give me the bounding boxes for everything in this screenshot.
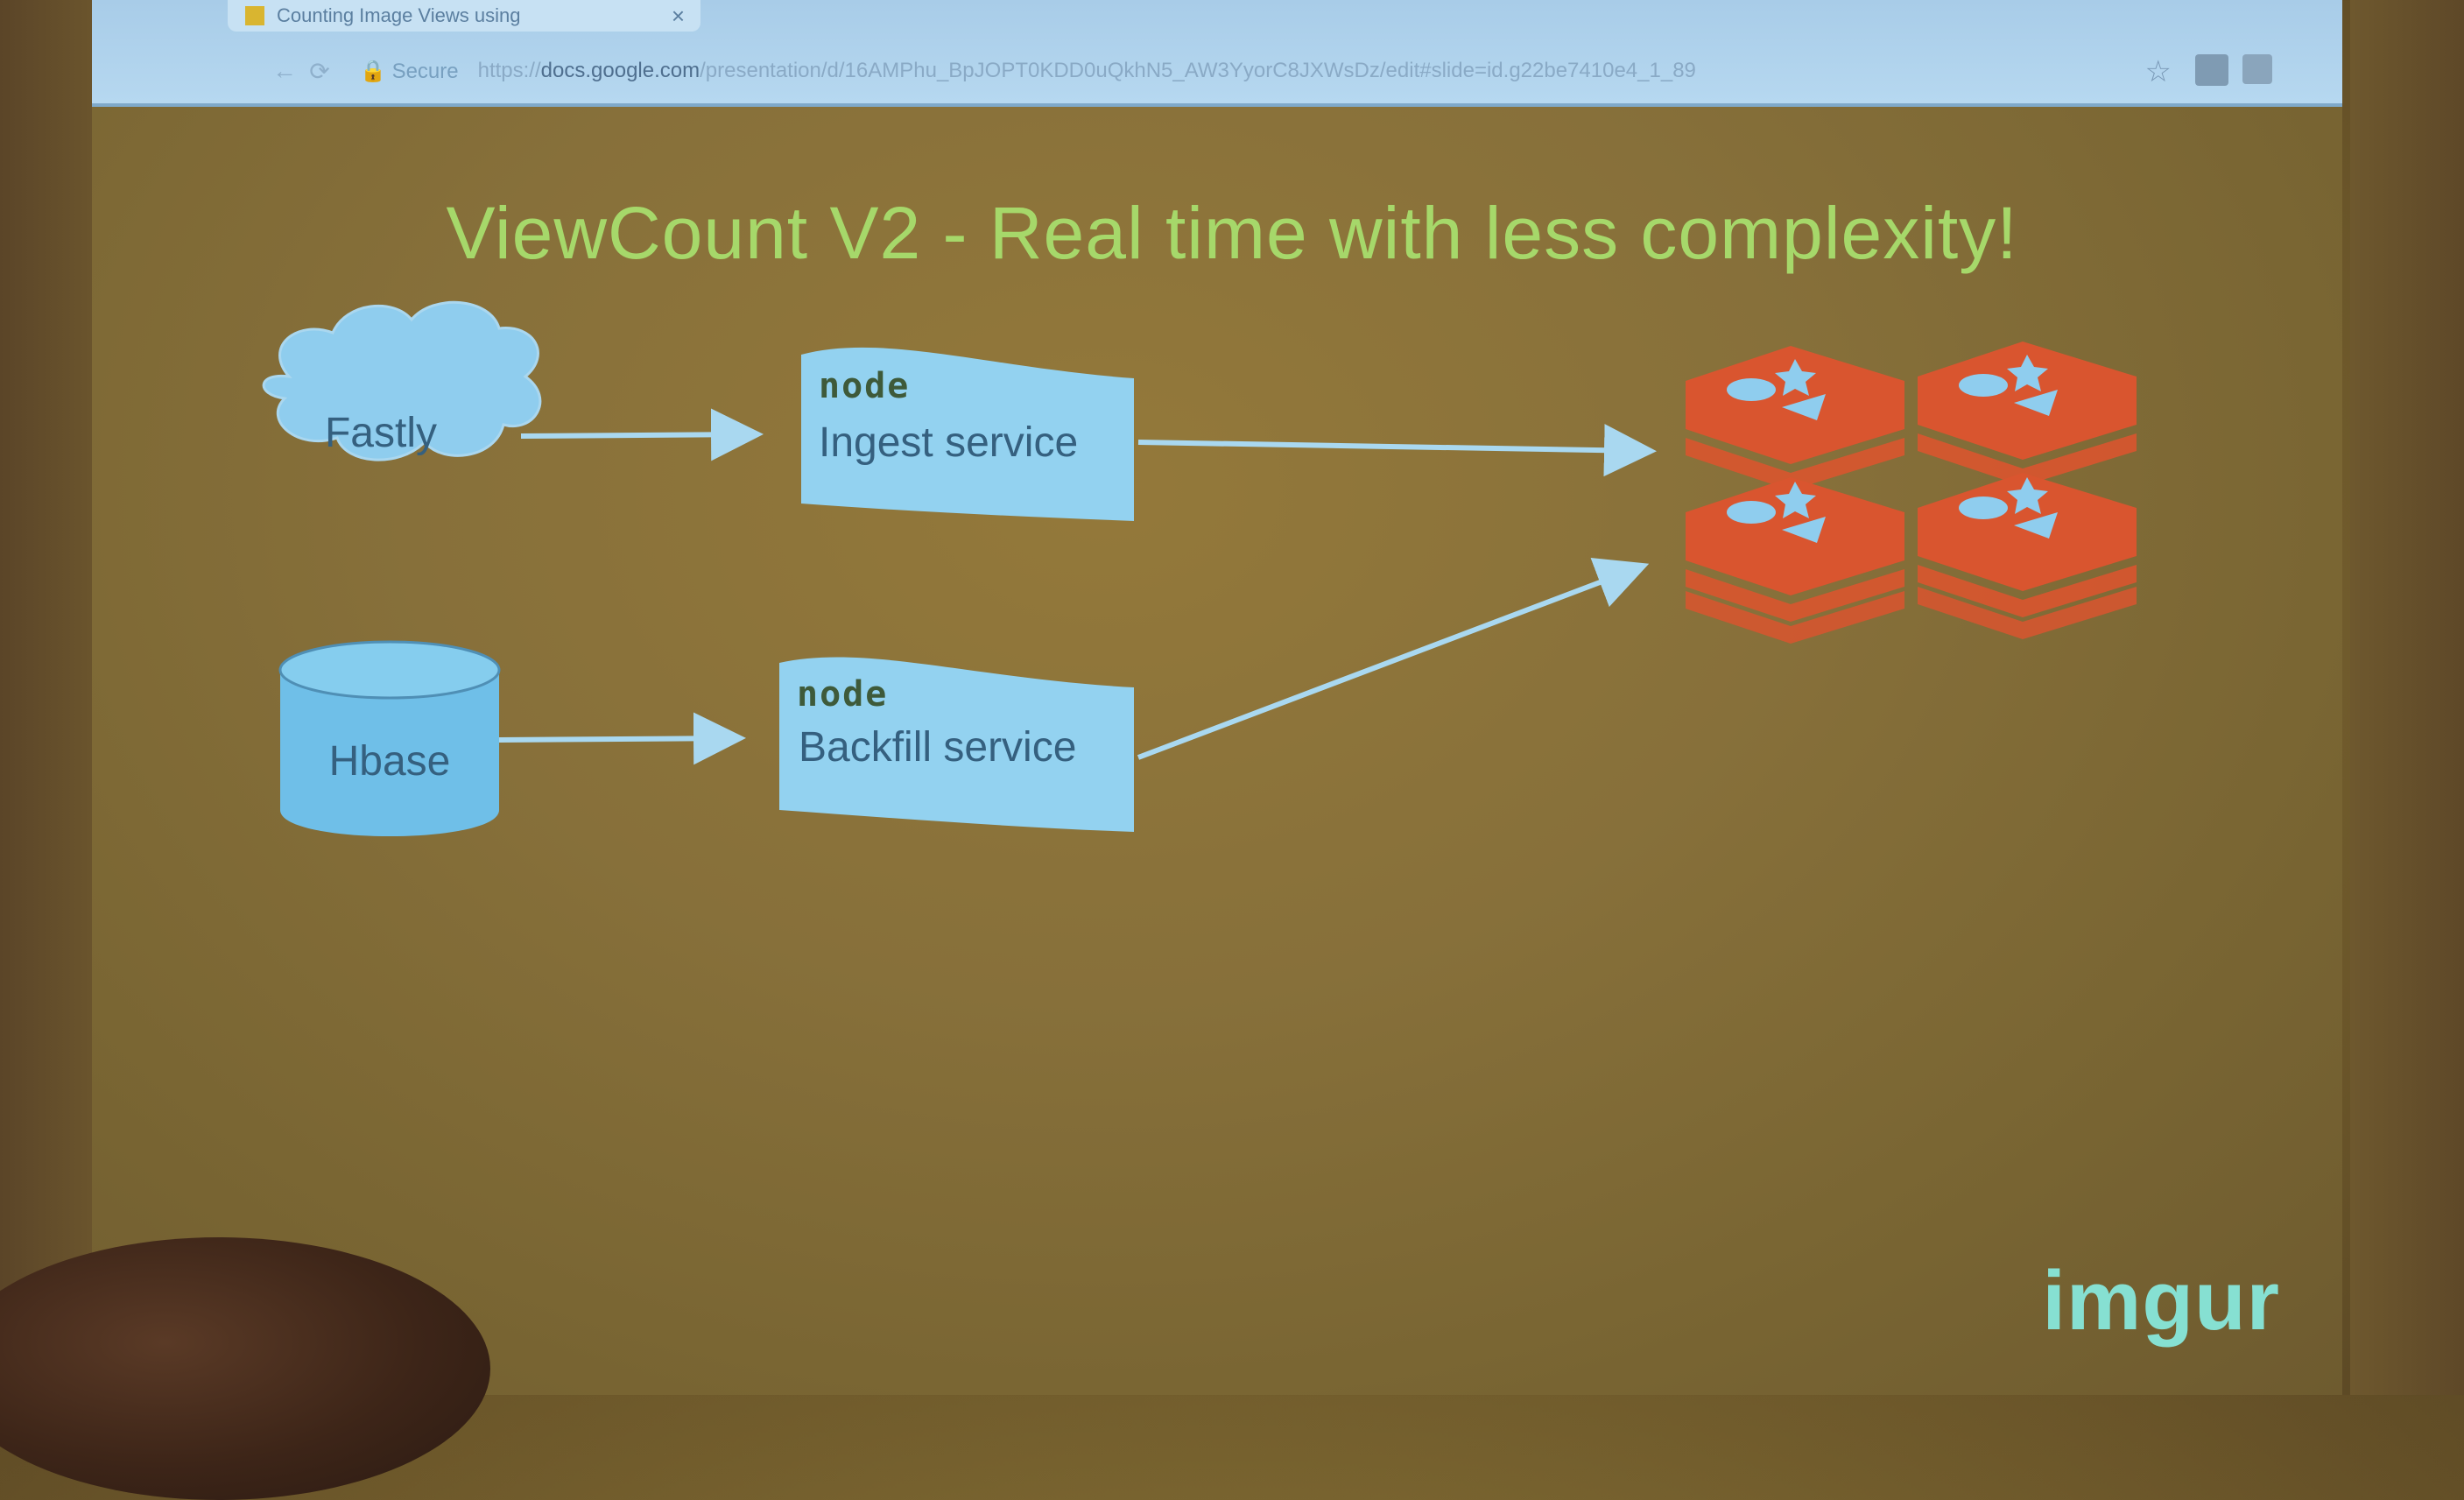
ingest-service-label: Ingest service [819, 419, 1079, 466]
node-logo-ingest: node [819, 366, 910, 406]
arrow-fastly-to-ingest [520, 408, 764, 461]
arrow-hbase-to-backfill [498, 712, 746, 765]
architecture-diagram: Fastly Hbase [262, 300, 2137, 836]
hbase-label: Hbase [329, 738, 451, 785]
arrow-backfill-to-redis [1137, 557, 1650, 760]
redis-logo-icon [1686, 342, 2137, 644]
node-logo-backfill: node [797, 674, 888, 715]
backfill-service-label: Backfill service [799, 724, 1077, 771]
fastly-label: Fastly [325, 410, 437, 456]
imgur-logo: imgur [2042, 1254, 2280, 1348]
node-logo-text: node [819, 366, 911, 406]
node-logo-text: node [797, 674, 889, 715]
arrow-ingest-to-redis [1137, 424, 1657, 477]
